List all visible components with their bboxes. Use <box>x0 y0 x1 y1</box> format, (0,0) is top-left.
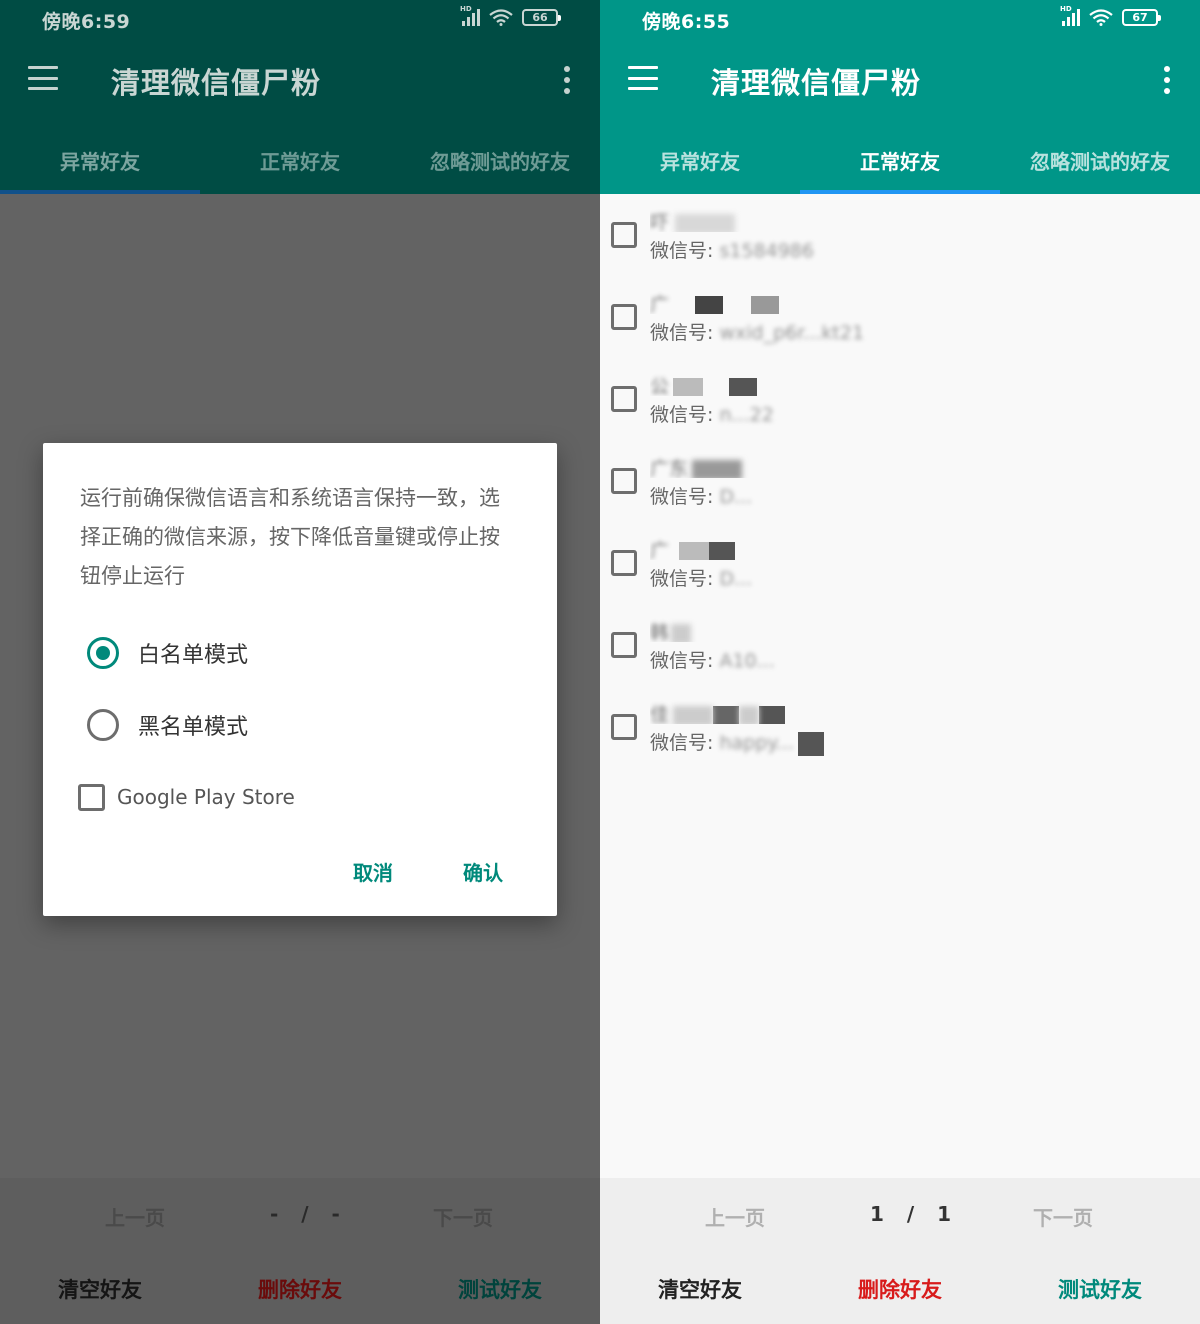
friend-name: 广 <box>650 536 820 560</box>
status-bar: 傍晚6:59 HD 66 <box>0 0 600 38</box>
friend-wechat-id: 微信号: wxid_p6r...kt21 <box>650 322 865 344</box>
friend-wechat-id: 微信号: s1584986 <box>650 240 814 262</box>
tab-bar: 异常好友 正常好友 忽略测试的好友 <box>0 120 600 194</box>
pager: 上一页 - / - 下一页 <box>0 1178 600 1252</box>
more-options-icon[interactable] <box>562 66 572 94</box>
screen-left: 傍晚6:59 HD 66 清理微信僵尸粉 异常好友 正常好友 忽略测试的好友 上… <box>0 0 600 1324</box>
prev-page-button[interactable]: 上一页 <box>105 1202 165 1231</box>
next-page-button[interactable]: 下一页 <box>433 1202 493 1231</box>
battery-icon: 66 <box>522 8 561 26</box>
friend-wechat-id: 微信号: n...22 <box>650 404 774 426</box>
friend-name: 广东 <box>650 454 820 478</box>
friend-name: 公 <box>650 372 820 396</box>
list-item[interactable]: 广 微信号: D... <box>600 522 1200 602</box>
cancel-button[interactable]: 取消 <box>353 857 393 886</box>
tab-normal-friends[interactable]: 正常好友 <box>200 120 400 194</box>
friend-checkbox[interactable] <box>611 304 637 330</box>
toolbar: 清理微信僵尸粉 <box>600 38 1200 120</box>
friend-checkbox[interactable] <box>611 632 637 658</box>
status-time: 傍晚6:59 <box>42 11 131 33</box>
tab-abnormal-friends[interactable]: 异常好友 <box>0 120 200 194</box>
action-bar: 清空好友 删除好友 测试好友 <box>0 1252 600 1324</box>
list-item[interactable]: 广 微信号: wxid_p6r...kt21 <box>600 276 1200 356</box>
clear-friends-button[interactable]: 清空好友 <box>0 1252 200 1324</box>
radio-button-checked[interactable] <box>87 637 119 669</box>
hamburger-menu-icon[interactable] <box>28 66 58 90</box>
delete-friends-button[interactable]: 删除好友 <box>200 1252 400 1324</box>
friend-name: 佳 <box>650 700 820 724</box>
action-bar: 清空好友 删除好友 测试好友 <box>600 1252 1200 1324</box>
tab-normal-friends[interactable]: 正常好友 <box>800 120 1000 194</box>
toolbar: 清理微信僵尸粉 <box>0 38 600 120</box>
friend-checkbox[interactable] <box>611 386 637 412</box>
friend-checkbox[interactable] <box>611 550 637 576</box>
google-play-checkbox[interactable] <box>78 783 105 811</box>
radio-blacklist[interactable]: 黑名单模式 <box>87 705 248 745</box>
battery-level: 66 <box>532 10 548 24</box>
tab-ignored-friends[interactable]: 忽略测试的好友 <box>400 120 600 194</box>
list-item[interactable]: 佳 微信号: happy... <box>600 686 1200 766</box>
next-page-button[interactable]: 下一页 <box>1033 1202 1093 1231</box>
radio-whitelist[interactable]: 白名单模式 <box>87 633 248 673</box>
friend-wechat-id: 微信号: D... <box>650 568 753 590</box>
delete-friends-button[interactable]: 删除好友 <box>800 1252 1000 1324</box>
radio-button-unchecked[interactable] <box>87 709 119 741</box>
tab-bar: 异常好友 正常好友 忽略测试的好友 <box>600 120 1200 194</box>
friend-checkbox[interactable] <box>611 468 637 494</box>
status-time: 傍晚6:55 <box>642 11 731 33</box>
wifi-icon <box>488 8 514 26</box>
radio-label-blacklist: 黑名单模式 <box>138 715 249 740</box>
list-item[interactable]: 公 微信号: n...22 <box>600 358 1200 438</box>
friend-checkbox[interactable] <box>611 222 637 248</box>
signal-icon: HD <box>1060 5 1080 26</box>
list-item[interactable]: 广东 微信号: D... <box>600 440 1200 520</box>
wifi-icon <box>1088 8 1114 26</box>
bottom-bar: 上一页 1 / 1 下一页 清空好友 删除好友 测试好友 <box>600 1178 1200 1324</box>
signal-icon: HD <box>460 5 480 26</box>
google-play-checkbox-row[interactable]: Google Play Store <box>78 782 295 812</box>
mode-dialog: 运行前确保微信语言和系统语言保持一致，选择正确的微信来源，按下降低音量键或停止按… <box>43 443 557 916</box>
page-counter: - / - <box>270 1202 348 1226</box>
tab-abnormal-friends[interactable]: 异常好友 <box>600 120 800 194</box>
prev-page-button[interactable]: 上一页 <box>705 1202 765 1231</box>
friend-wechat-id: 微信号: D... <box>650 486 753 508</box>
bottom-bar: 上一页 - / - 下一页 清空好友 删除好友 测试好友 <box>0 1178 600 1324</box>
google-play-label: Google Play Store <box>117 785 295 809</box>
hamburger-menu-icon[interactable] <box>628 66 658 90</box>
list-item[interactable]: 吓 微信号: s1584986 <box>600 194 1200 274</box>
list-item[interactable]: 韩 微信号: A10... <box>600 604 1200 684</box>
page-counter: 1 / 1 <box>870 1202 960 1226</box>
friend-name: 广 <box>650 290 820 314</box>
friend-list: 吓 微信号: s1584986 广 微信号: wxid_p6r...kt21 公… <box>600 194 1200 1178</box>
dialog-message: 运行前确保微信语言和系统语言保持一致，选择正确的微信来源，按下降低音量键或停止按… <box>80 486 500 588</box>
friend-name: 韩 <box>650 618 820 642</box>
status-bar: 傍晚6:55 HD 67 <box>600 0 1200 38</box>
friend-wechat-id: 微信号: happy... <box>650 728 824 756</box>
radio-label-whitelist: 白名单模式 <box>138 643 249 668</box>
friend-checkbox[interactable] <box>611 714 637 740</box>
screen-right: 傍晚6:55 HD 67 清理微信僵尸粉 异常好友 正常好友 忽略测试的好友 吓… <box>600 0 1200 1324</box>
test-friends-button[interactable]: 测试好友 <box>400 1252 600 1324</box>
app-title: 清理微信僵尸粉 <box>111 66 322 100</box>
friend-wechat-id: 微信号: A10... <box>650 650 775 672</box>
confirm-button[interactable]: 确认 <box>463 857 503 886</box>
tab-ignored-friends[interactable]: 忽略测试的好友 <box>1000 120 1200 194</box>
more-options-icon[interactable] <box>1162 66 1172 94</box>
test-friends-button[interactable]: 测试好友 <box>1000 1252 1200 1324</box>
app-title: 清理微信僵尸粉 <box>711 66 922 100</box>
friend-name: 吓 <box>650 208 820 232</box>
battery-icon: 67 <box>1122 8 1161 26</box>
pager: 上一页 1 / 1 下一页 <box>600 1178 1200 1252</box>
battery-level: 67 <box>1132 10 1148 24</box>
clear-friends-button[interactable]: 清空好友 <box>600 1252 800 1324</box>
